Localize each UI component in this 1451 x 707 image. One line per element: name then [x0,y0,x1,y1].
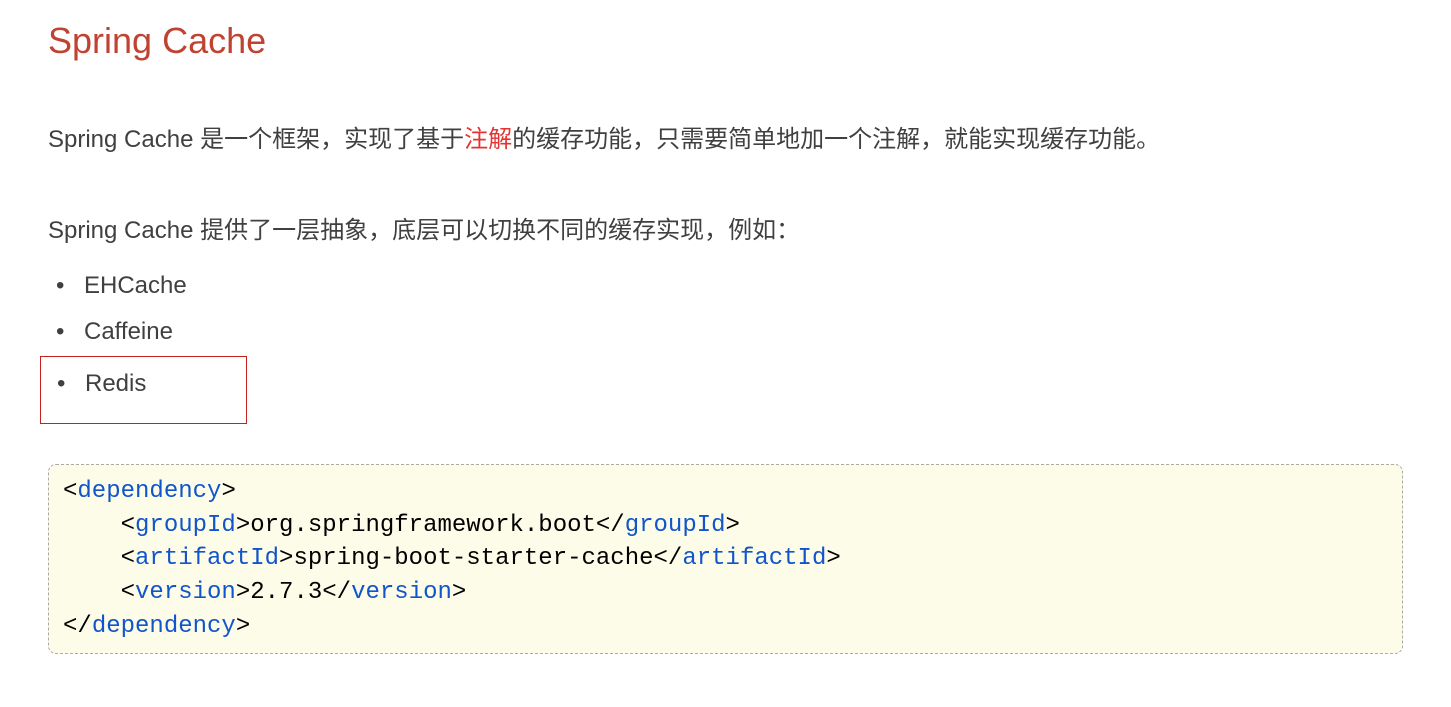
code-tag: groupId [135,512,236,539]
code-tag: artifactId [135,545,279,572]
code-bracket: > [452,579,466,606]
code-bracket: < [121,512,135,539]
code-bracket: </ [63,613,92,640]
code-bracket: > [236,512,250,539]
code-tag: groupId [625,512,726,539]
para1-highlight: 注解 [464,126,512,153]
code-bracket: > [826,545,840,572]
highlighted-item-box: Redis [40,356,247,424]
code-tag: version [135,579,236,606]
code-tag: artifactId [682,545,826,572]
para1-after: 的缓存功能，只需要简单地加一个注解，就能实现缓存功能。 [512,126,1160,153]
code-bracket: < [121,579,135,606]
cache-implementations-list: EHCache Caffeine Redis [48,267,1403,424]
intro-paragraph: Spring Cache 是一个框架，实现了基于注解的缓存功能，只需要简单地加一… [48,122,1403,158]
list-intro-paragraph: Spring Cache 提供了一层抽象，底层可以切换不同的缓存实现，例如： [48,213,1403,249]
code-value: spring-boot-starter-cache [293,545,653,572]
code-bracket: </ [654,545,683,572]
code-value: org.springframework.boot [250,512,596,539]
code-tag: dependency [92,613,236,640]
code-bracket: > [726,512,740,539]
list-item: EHCache [48,267,1403,305]
code-indent [63,545,121,572]
code-bracket: > [279,545,293,572]
code-bracket: > [236,613,250,640]
code-tag: dependency [77,478,221,505]
code-value: 2.7.3 [250,579,322,606]
list-item: Redis [43,365,146,403]
code-bracket: > [236,579,250,606]
code-bracket: < [121,545,135,572]
page-title: Spring Cache [48,20,1403,62]
code-bracket: </ [596,512,625,539]
list-item: Caffeine [48,313,1403,351]
para1-before: Spring Cache 是一个框架，实现了基于 [48,126,464,153]
code-tag: version [351,579,452,606]
code-bracket: > [221,478,235,505]
code-indent [63,579,121,606]
code-bracket: < [63,478,77,505]
code-indent [63,512,121,539]
code-block: <dependency> <groupId>org.springframewor… [48,464,1403,654]
code-bracket: </ [322,579,351,606]
